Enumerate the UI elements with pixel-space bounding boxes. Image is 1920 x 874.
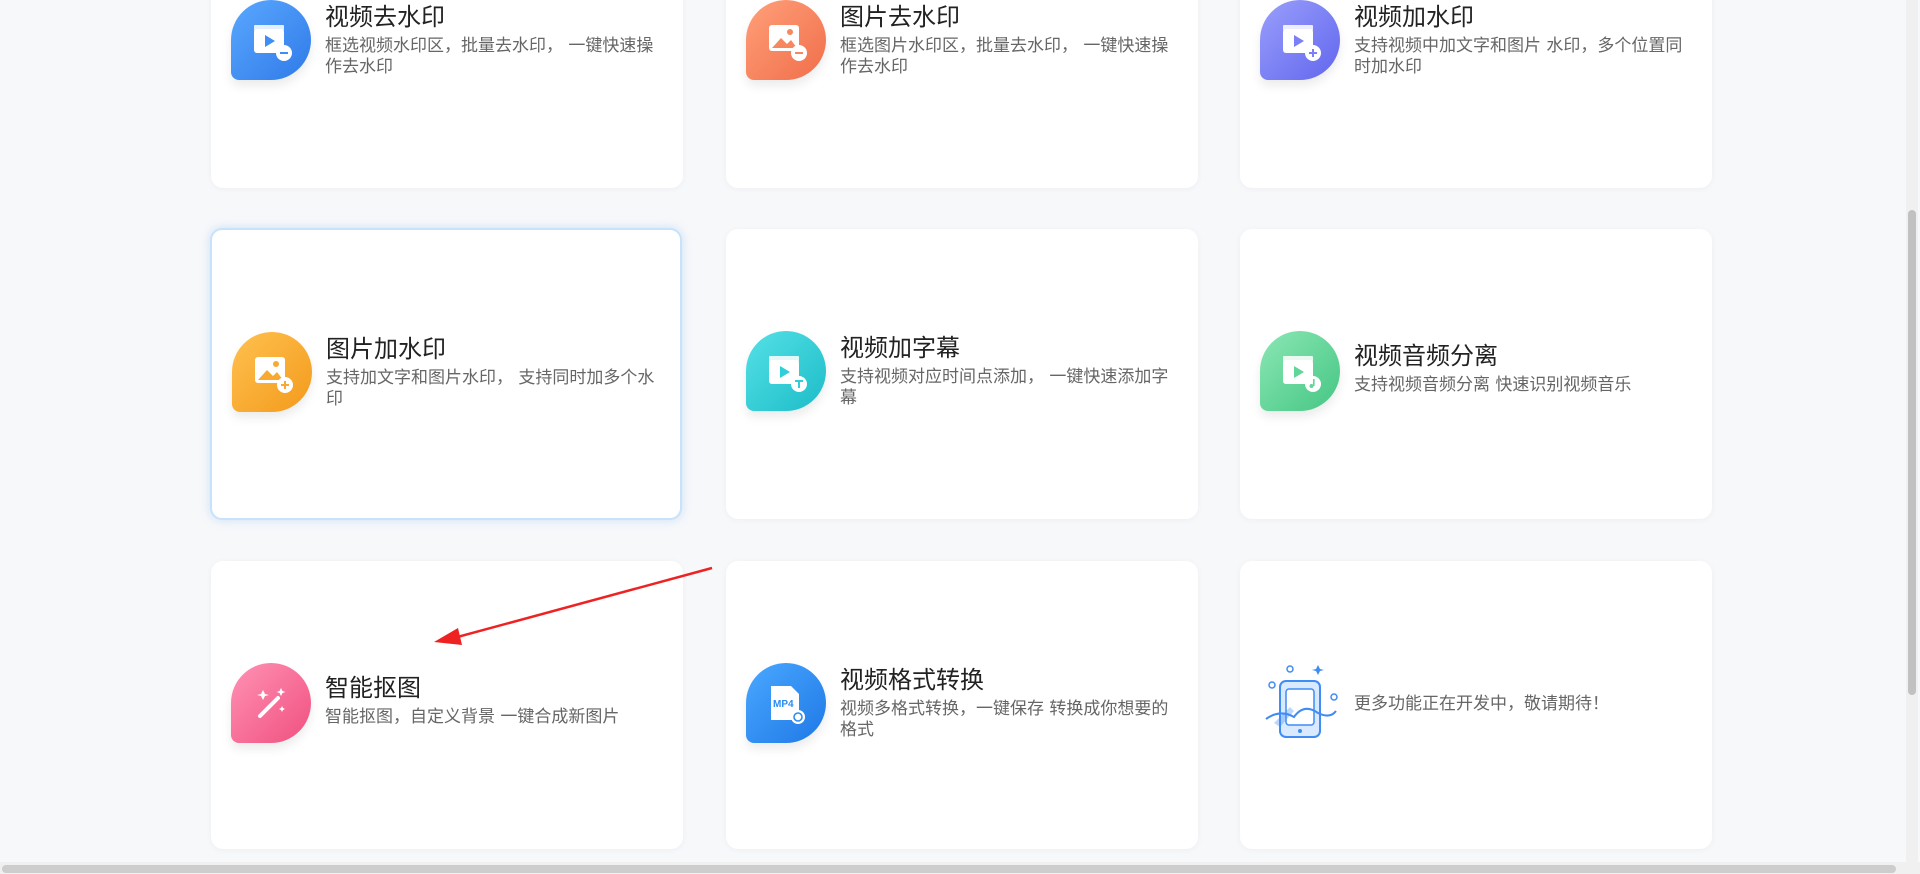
- mp4-convert-icon: MP4: [746, 663, 826, 743]
- feature-desc: 支持加文字和图片水印， 支持同时加多个水印: [326, 368, 655, 409]
- feature-title: 智能抠图: [325, 674, 421, 702]
- magic-wand-icon: [231, 663, 311, 743]
- video-subtitle-icon: [746, 331, 826, 411]
- video-add-watermark-icon: [1260, 0, 1340, 80]
- feature-card-video-subtitle[interactable]: 视频加字幕 支持视频对应时间点添加， 一键快速添加字幕: [726, 229, 1198, 519]
- feature-card-video-add-watermark[interactable]: 视频加水印 支持视频中加文字和图片 水印，多个位置同时加水印: [1240, 0, 1712, 188]
- audio-separate-icon: [1260, 331, 1340, 411]
- feature-card-coming-soon: 更多功能正在开发中，敬请期待！: [1240, 561, 1712, 849]
- feature-card-smart-cutout[interactable]: 智能抠图 智能抠图，自定义背景 一键合成新图片: [211, 561, 683, 849]
- feature-title: 视频加字幕: [840, 334, 960, 362]
- image-remove-watermark-icon: [746, 0, 826, 80]
- feature-title: 视频加水印: [1354, 3, 1474, 31]
- feature-desc: 智能抠图，自定义背景 一键合成新图片: [325, 707, 620, 727]
- vertical-scrollbar-thumb[interactable]: [1908, 210, 1916, 695]
- feature-desc: 支持视频中加文字和图片 水印，多个位置同时加水印: [1354, 36, 1683, 77]
- feature-card-image-remove-watermark[interactable]: 图片去水印 框选图片水印区，批量去水印， 一键快速操作去水印: [726, 0, 1198, 188]
- feature-card-audio-separate[interactable]: 视频音频分离 支持视频音频分离 快速识别视频音乐: [1240, 229, 1712, 519]
- coming-soon-text: 更多功能正在开发中，敬请期待！: [1354, 693, 1609, 714]
- feature-title: 视频格式转换: [840, 666, 984, 694]
- feature-card-video-remove-watermark[interactable]: 视频去水印 框选视频水印区，批量去水印， 一键快速操作去水印: [211, 0, 683, 188]
- horizontal-scrollbar[interactable]: [0, 862, 1920, 874]
- app-page: 视频去水印 框选视频水印区，批量去水印， 一键快速操作去水印 图片去水印 框选图…: [0, 0, 1920, 874]
- mp4-badge: MP4: [773, 699, 794, 710]
- horizontal-scrollbar-thumb[interactable]: [2, 865, 1896, 873]
- coming-soon-icon: [1260, 663, 1340, 743]
- feature-desc: 支持视频音频分离 快速识别视频音乐: [1354, 375, 1632, 395]
- feature-grid: 视频去水印 框选视频水印区，批量去水印， 一键快速操作去水印 图片去水印 框选图…: [0, 0, 1900, 874]
- feature-title: 视频音频分离: [1354, 342, 1498, 370]
- feature-title: 图片去水印: [840, 3, 960, 31]
- feature-title: 视频去水印: [325, 3, 445, 31]
- feature-card-image-add-watermark[interactable]: 图片加水印 支持加文字和图片水印， 支持同时加多个水印: [210, 228, 682, 520]
- feature-desc: 视频多格式转换，一键保存 转换成你想要的格式: [840, 699, 1169, 740]
- feature-title: 图片加水印: [326, 335, 446, 363]
- vertical-scrollbar[interactable]: [1906, 0, 1918, 874]
- video-remove-watermark-icon: [231, 0, 311, 80]
- feature-desc: 支持视频对应时间点添加， 一键快速添加字幕: [840, 367, 1169, 408]
- image-add-watermark-icon: [232, 332, 312, 412]
- feature-desc: 框选图片水印区，批量去水印， 一键快速操作去水印: [840, 36, 1169, 77]
- feature-desc: 框选视频水印区，批量去水印， 一键快速操作去水印: [325, 36, 654, 77]
- feature-card-format-convert[interactable]: MP4 视频格式转换 视频多格式转换，一键保存 转换成你想要的格式: [726, 561, 1198, 849]
